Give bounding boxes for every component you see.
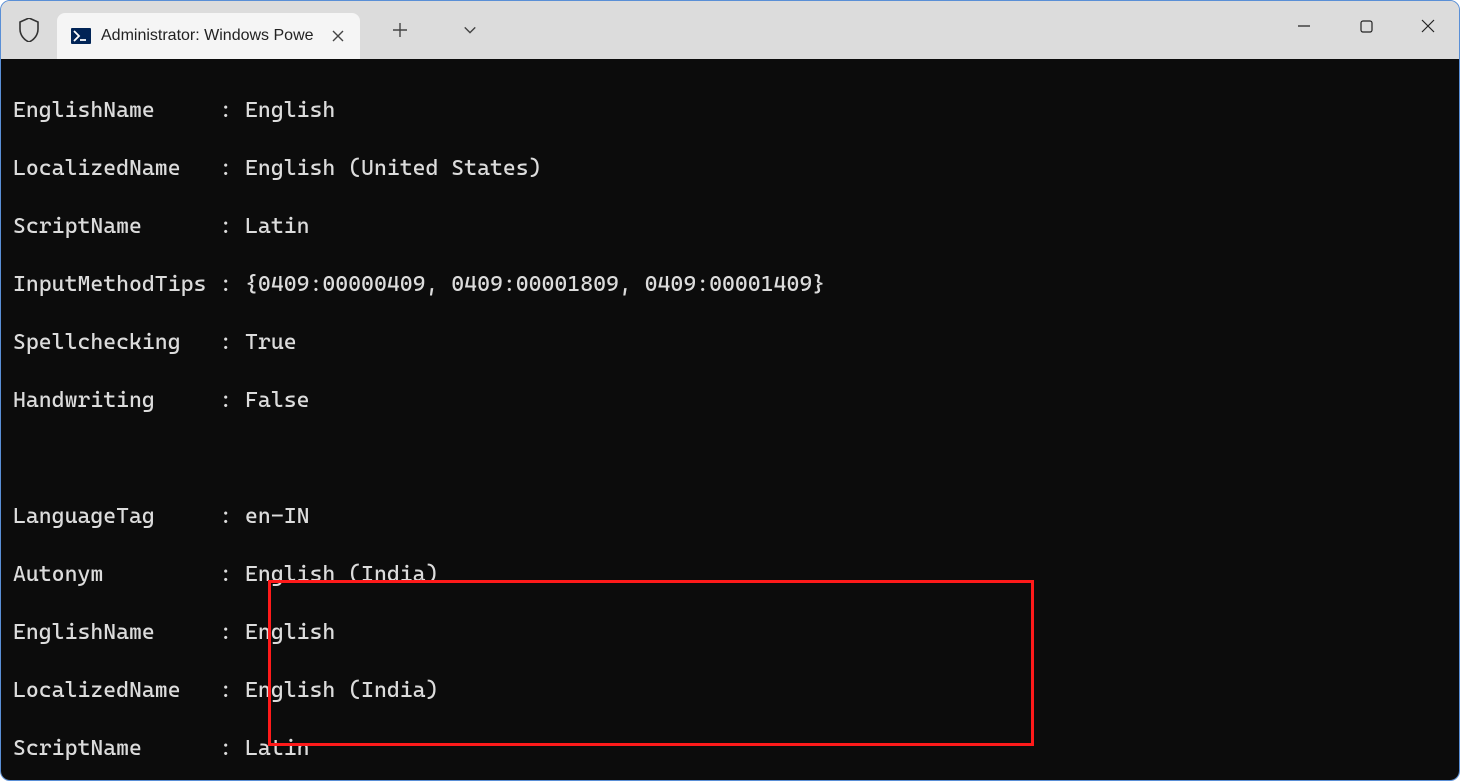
close-window-button[interactable] (1397, 1, 1459, 51)
window-controls (1273, 1, 1459, 51)
app-window: Administrator: Windows Powe EnglishName … (0, 0, 1460, 781)
output-line: LocalizedName : English (India) (13, 676, 1447, 705)
output-line: EnglishName : English (13, 618, 1447, 647)
tab-powershell[interactable]: Administrator: Windows Powe (57, 13, 360, 59)
new-tab-button[interactable] (380, 10, 420, 50)
output-line: Handwriting : False (13, 386, 1447, 415)
output-line: Spellchecking : True (13, 328, 1447, 357)
powershell-icon (71, 26, 91, 46)
output-line: LanguageTag : en-IN (13, 502, 1447, 531)
terminal-output[interactable]: EnglishName : English LocalizedName : En… (1, 59, 1459, 780)
output-line: Autonym : English (India) (13, 560, 1447, 589)
shield-icon (19, 18, 39, 42)
titlebar: Administrator: Windows Powe (1, 1, 1459, 59)
tab-title: Administrator: Windows Powe (101, 27, 314, 45)
close-tab-button[interactable] (330, 28, 346, 44)
output-line: LocalizedName : English (United States) (13, 154, 1447, 183)
output-line (13, 444, 1447, 473)
output-line: EnglishName : English (13, 96, 1447, 125)
output-line: InputMethodTips : {0409:00000409, 0409:0… (13, 270, 1447, 299)
output-line: ScriptName : Latin (13, 212, 1447, 241)
minimize-button[interactable] (1273, 1, 1335, 51)
maximize-button[interactable] (1335, 1, 1397, 51)
annotation-highlight (268, 580, 1034, 746)
output-line: ScriptName : Latin (13, 734, 1447, 763)
tab-dropdown-button[interactable] (450, 10, 490, 50)
